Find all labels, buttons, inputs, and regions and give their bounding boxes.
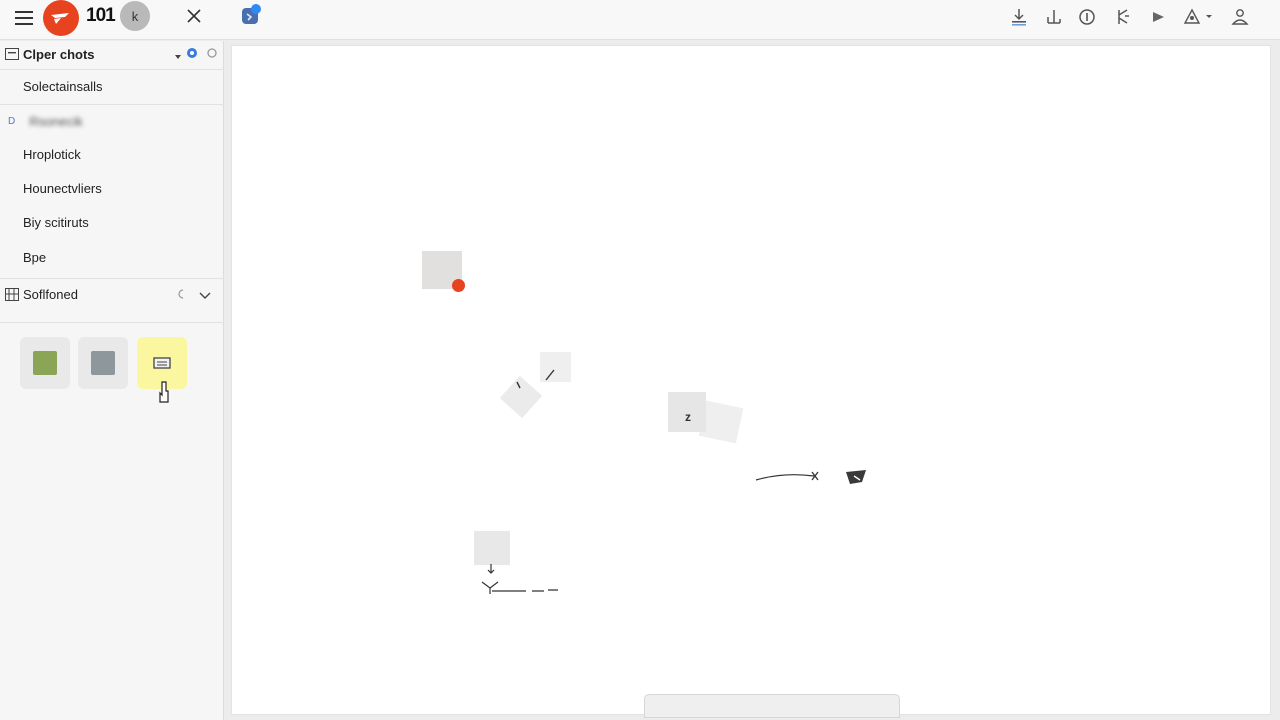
chevron-down-icon[interactable] (199, 289, 211, 304)
settings-icon[interactable] (206, 47, 218, 62)
cursor-icon (158, 381, 170, 410)
brand-title: 101 (86, 5, 116, 26)
play-icon[interactable] (1145, 4, 1171, 30)
sidebar-item-label: Bpe (23, 249, 47, 265)
top-toolbar: 101 k (0, 0, 1280, 40)
logo-icon[interactable] (43, 0, 79, 36)
canvas-node-stack[interactable]: z (666, 390, 750, 455)
hamburger-icon[interactable] (12, 6, 36, 30)
avatar[interactable]: k (120, 1, 150, 31)
app-icon[interactable] (238, 2, 264, 28)
bottom-panel-handle[interactable] (644, 694, 900, 718)
sidebar-item-label: Solectainsalls (23, 78, 103, 94)
section-header-soflfoned[interactable]: Soflfoned (0, 281, 224, 307)
swatch-gray[interactable] (78, 337, 128, 389)
canvas-connector-dashed[interactable] (478, 560, 568, 605)
item-marker: D (8, 115, 16, 127)
close-icon[interactable] (182, 4, 206, 28)
sidebar-item-label: Hounectvliers (23, 180, 102, 196)
share-icon[interactable] (1180, 4, 1216, 30)
sidebar-item-hroplotick[interactable]: Hroplotick (0, 139, 224, 169)
refresh-icon[interactable] (176, 288, 186, 303)
sidebar-item-label: Hroplotick (23, 146, 81, 162)
download-icon[interactable] (1006, 4, 1032, 30)
sidebar-item-hounectvliers[interactable]: Hounectvliers (0, 173, 224, 203)
swatch-color (91, 351, 115, 375)
branch-icon[interactable] (1110, 4, 1136, 30)
sidebar-item-biy-scitiruts[interactable]: Biy scitiruts (0, 207, 224, 237)
canvas-connector-arrow[interactable] (754, 464, 874, 499)
canvas-node-tilted-pair[interactable] (499, 348, 580, 433)
divider (0, 69, 224, 70)
divider (0, 322, 224, 323)
sidebar-item-blurred[interactable]: D Rsonecik (0, 106, 224, 136)
sidebar-item-bpe[interactable]: Bpe (0, 242, 224, 272)
grid-icon (5, 287, 19, 301)
sidebar: Clper chots Solectainsalls D Rsonecik Hr… (0, 41, 224, 720)
note-icon (153, 357, 171, 369)
swatch-green[interactable] (20, 337, 70, 389)
sidebar-item-label: Rsonecik (29, 113, 83, 129)
drawing-canvas[interactable] (231, 45, 1271, 715)
status-dot-icon (186, 47, 198, 62)
sidebar-item-solectainsalls[interactable]: Solectainsalls (0, 71, 224, 101)
node-glyph: z (685, 410, 691, 424)
divider (0, 104, 224, 105)
person-icon[interactable] (1227, 4, 1253, 30)
swatch-color (33, 351, 57, 375)
panel-icon (5, 48, 19, 60)
canvas-anchor-dot[interactable] (452, 279, 465, 292)
section-title: Clper chots (23, 46, 95, 62)
dropdown-caret-icon[interactable] (174, 49, 182, 64)
info-icon[interactable] (1074, 4, 1100, 30)
section-header-clper-chots[interactable]: Clper chots (0, 41, 224, 67)
sidebar-item-label: Biy scitiruts (23, 214, 89, 230)
section-title: Soflfoned (23, 286, 78, 302)
divider (0, 278, 224, 279)
anchor-icon[interactable] (1041, 4, 1067, 30)
